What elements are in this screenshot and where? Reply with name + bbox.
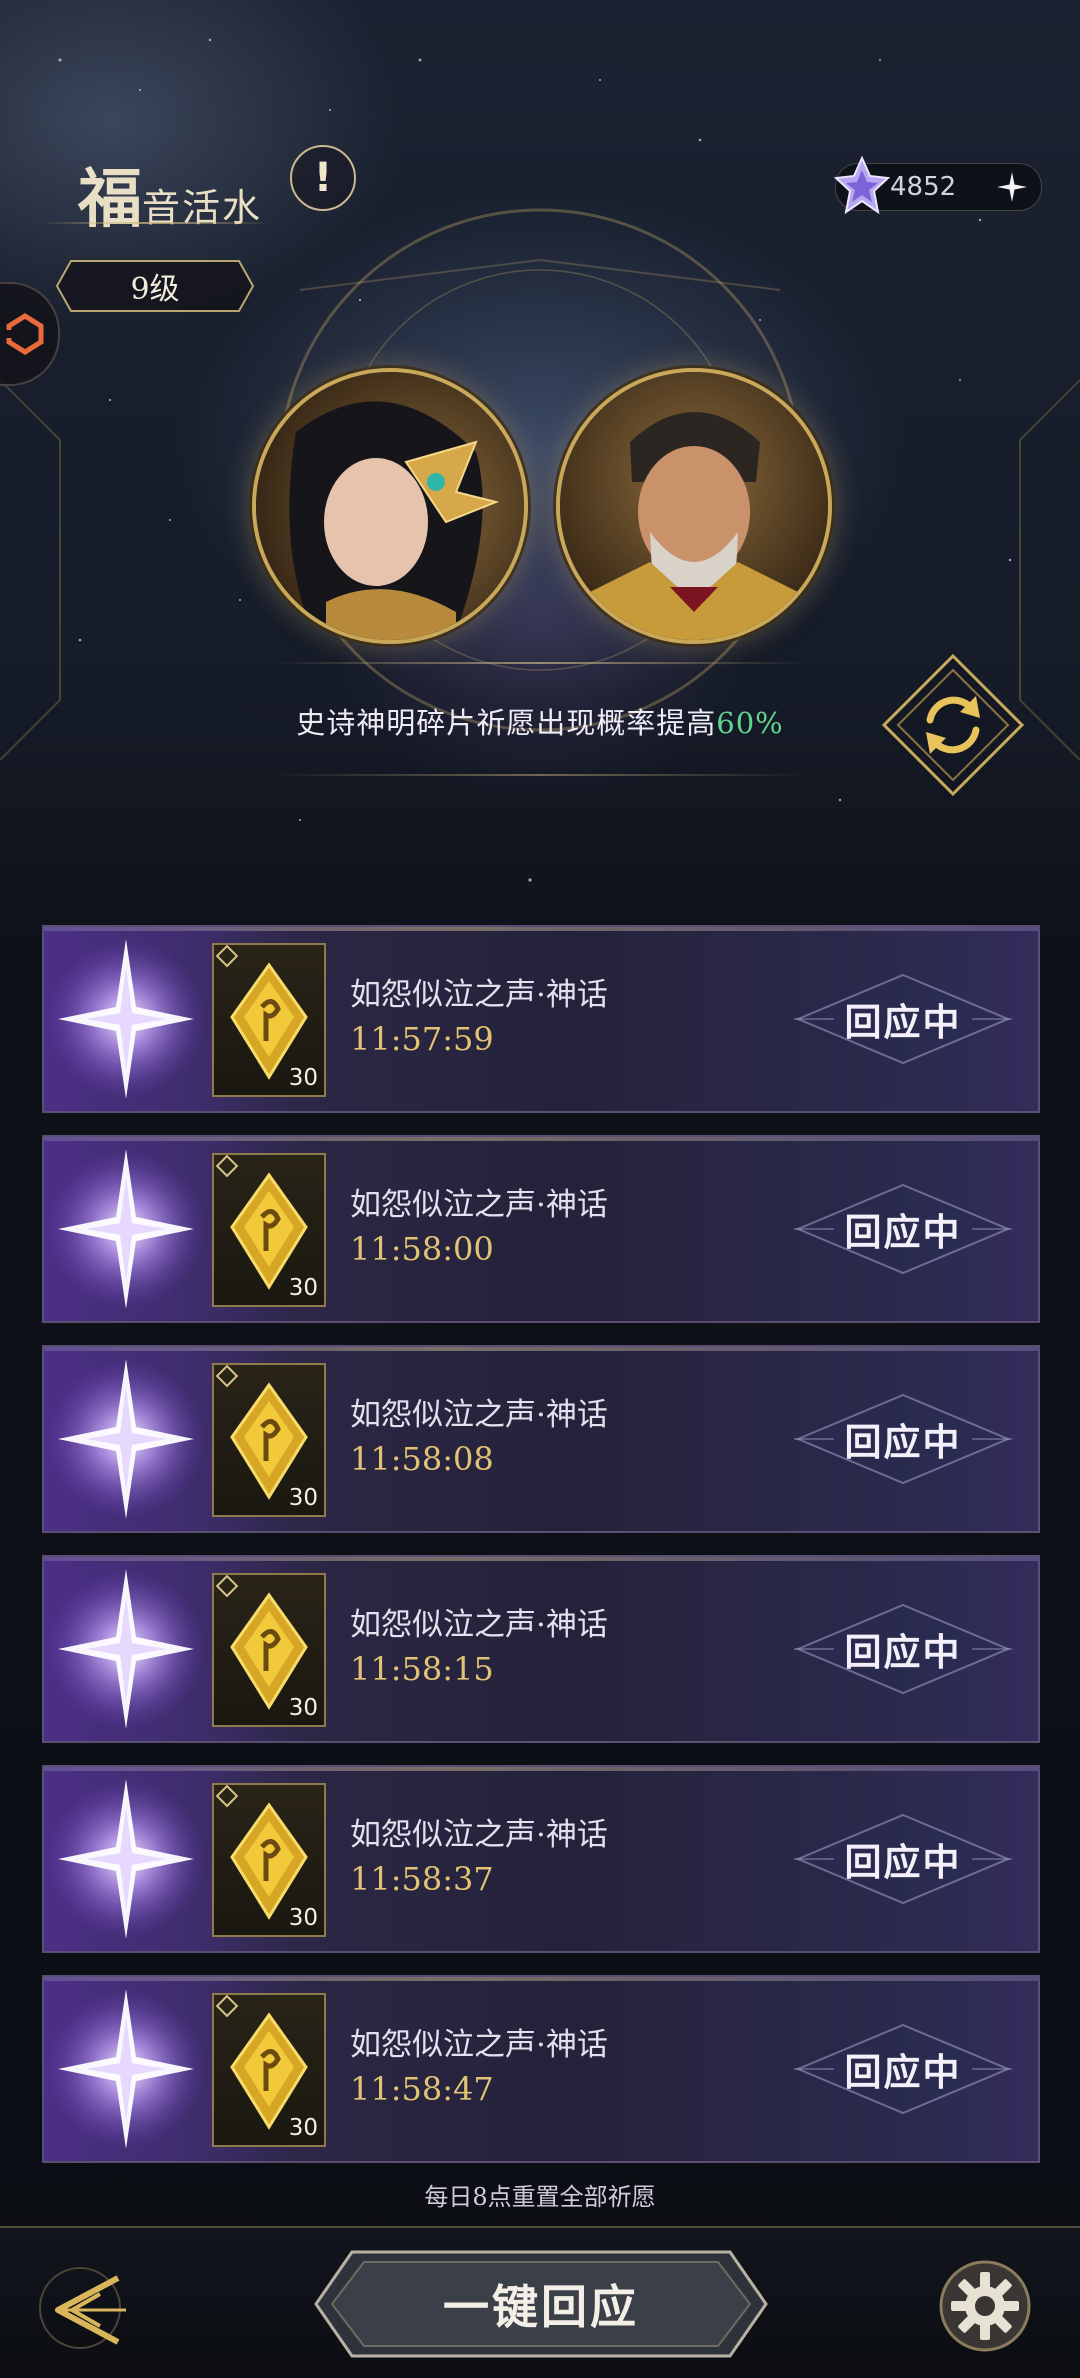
level-badge: 9级	[55, 258, 255, 314]
responding-button[interactable]: 回应中	[794, 1811, 1012, 1907]
responding-button[interactable]: 回应中	[794, 1181, 1012, 1277]
back-arrow-icon	[39, 2267, 126, 2349]
wish-name: 如怨似泣之声·神话	[350, 1817, 608, 1853]
info-button[interactable]: !	[290, 145, 356, 211]
wish-item: 30 如怨似泣之声·神话 11:57:59 回应中	[42, 925, 1040, 1113]
fragment-count: 30	[288, 1275, 318, 1301]
wish-name: 如怨似泣之声·神话	[350, 1187, 608, 1223]
wish-star-icon	[46, 1989, 204, 2149]
currency-display: 4852	[834, 156, 1042, 215]
fragment-count: 30	[288, 1485, 318, 1511]
wish-item: 30 如怨似泣之声·神话 11:58:15 回应中	[42, 1555, 1040, 1743]
notice-text: 史诗神明碎片祈愿出现概率提高	[296, 706, 717, 740]
wish-list: 30 如怨似泣之声·神话 11:57:59 回应中 30 如怨似泣之声·神话 1…	[42, 925, 1042, 2185]
fragment-count: 30	[288, 1065, 318, 1091]
wish-item: 30 如怨似泣之声·神话 11:58:47 回应中	[42, 1975, 1040, 2163]
card-fragment[interactable]: 30	[212, 943, 326, 1097]
star-crystal-icon	[834, 156, 890, 215]
fragment-count: 30	[288, 1905, 318, 1931]
wish-name: 如怨似泣之声·神话	[350, 1607, 608, 1643]
wish-item: 30 如怨似泣之声·神话 11:58:00 回应中	[42, 1135, 1040, 1323]
wish-timestamp: 11:57:59	[350, 1020, 494, 1058]
responding-button-label: 回应中	[844, 2050, 962, 2094]
respond-all-label: 一键回应	[443, 2280, 639, 2334]
side-tab-icon	[3, 313, 44, 355]
goddess-portrait[interactable]	[252, 368, 528, 644]
wish-item: 30 如怨似泣之声·神话 11:58:37 回应中	[42, 1765, 1040, 1953]
back-button[interactable]	[30, 2258, 130, 2358]
responding-button-label: 回应中	[844, 1000, 962, 1044]
wish-star-icon	[46, 1359, 204, 1519]
responding-button-label: 回应中	[844, 1420, 962, 1464]
wish-timestamp: 11:58:37	[350, 1860, 494, 1898]
respond-all-button[interactable]: 一键回应	[312, 2248, 770, 2360]
page-title: 福音活水	[78, 148, 262, 240]
wish-name: 如怨似泣之声·神话	[350, 2027, 608, 2063]
responding-button[interactable]: 回应中	[794, 1601, 1012, 1697]
wish-star-icon	[46, 939, 204, 1099]
refresh-button[interactable]	[878, 650, 1028, 800]
responding-button[interactable]: 回应中	[794, 2021, 1012, 2117]
wish-star-icon	[46, 1779, 204, 1939]
refresh-icon	[881, 653, 1025, 797]
card-fragment[interactable]: 30	[212, 1153, 326, 1307]
settings-button[interactable]	[937, 2258, 1033, 2354]
notice-divider-bottom	[270, 774, 810, 776]
responding-button-label: 回应中	[844, 1630, 962, 1674]
responding-button-label: 回应中	[844, 1210, 962, 1254]
responding-button-label: 回应中	[844, 1840, 962, 1884]
wish-timestamp: 11:58:00	[350, 1230, 494, 1268]
plus-sparkle-icon[interactable]	[995, 170, 1029, 204]
wish-timestamp: 11:58:47	[350, 2070, 494, 2108]
wish-timestamp: 11:58:08	[350, 1440, 494, 1478]
wish-star-icon	[46, 1149, 204, 1309]
title-underline	[40, 222, 270, 224]
level-text: 9级	[130, 272, 180, 307]
card-fragment[interactable]: 30	[212, 1993, 326, 2147]
card-fragment[interactable]: 30	[212, 1363, 326, 1517]
fragment-count: 30	[288, 2115, 318, 2141]
card-fragment[interactable]: 30	[212, 1783, 326, 1937]
notice-divider-top	[270, 662, 810, 664]
god-portrait[interactable]	[556, 368, 832, 644]
wish-item: 30 如怨似泣之声·神话 11:58:08 回应中	[42, 1345, 1040, 1533]
currency-value: 4852	[890, 172, 957, 202]
wish-timestamp: 11:58:15	[350, 1650, 494, 1688]
wish-name: 如怨似泣之声·神话	[350, 977, 608, 1013]
gear-icon	[939, 2260, 1031, 2352]
notice-highlight: 60%	[716, 706, 784, 740]
responding-button[interactable]: 回应中	[794, 971, 1012, 1067]
title-first-char: 福	[78, 162, 142, 237]
card-fragment[interactable]: 30	[212, 1573, 326, 1727]
wish-star-icon	[46, 1569, 204, 1729]
reset-note: 每日8点重置全部祈愿	[424, 2183, 656, 2211]
exclamation-icon: !	[313, 155, 333, 201]
fragment-count: 30	[288, 1695, 318, 1721]
wish-name: 如怨似泣之声·神话	[350, 1397, 608, 1433]
responding-button[interactable]: 回应中	[794, 1391, 1012, 1487]
